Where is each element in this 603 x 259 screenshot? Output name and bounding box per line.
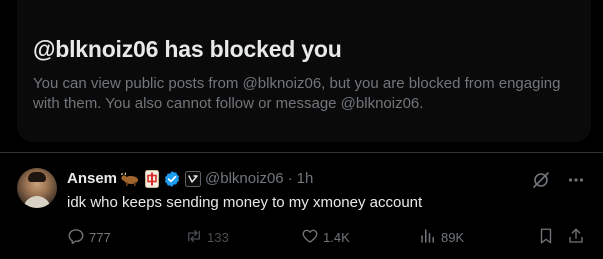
blocked-profile-view: @blknoiz06 has blocked you You can view … — [0, 0, 603, 259]
views-count: 89K — [441, 229, 465, 245]
like-button[interactable]: 1.4K — [301, 227, 350, 247]
author-handle[interactable]: @blknoiz06 — [205, 169, 284, 189]
repost-count: 133 — [207, 229, 229, 245]
verified-badge-icon[interactable] — [163, 170, 181, 188]
share-button[interactable] — [567, 227, 585, 247]
avatar-hair — [28, 172, 46, 182]
views-button[interactable]: 89K — [419, 227, 464, 247]
reply-button[interactable]: 777 — [67, 227, 111, 247]
reply-icon — [67, 227, 85, 248]
avatar-shirt — [23, 196, 51, 208]
avatar[interactable] — [17, 168, 57, 208]
tweet-actions: 777 133 1.4K 89K — [67, 227, 587, 247]
author-name[interactable]: Ansem — [67, 169, 117, 189]
bookmark-button[interactable] — [537, 227, 555, 247]
grok-icon[interactable] — [531, 170, 551, 195]
tweet[interactable]: Ansem @blknoiz06 · 1h idk who keeps send… — [0, 152, 603, 259]
blocked-title: @blknoiz06 has blocked you — [33, 36, 342, 62]
share-icon — [567, 227, 585, 248]
repost-button[interactable]: 133 — [185, 227, 229, 247]
tweet-top-actions — [531, 170, 585, 195]
mahjong-tile-emoji — [145, 170, 160, 188]
views-icon — [419, 227, 437, 248]
tweet-timestamp[interactable]: 1h — [297, 169, 314, 189]
tweet-header: Ansem @blknoiz06 · 1h — [67, 169, 313, 189]
more-icon[interactable] — [567, 171, 585, 194]
separator-dot: · — [287, 170, 293, 187]
heart-icon — [301, 227, 319, 248]
tweet-text: idk who keeps sending money to my xmoney… — [67, 194, 423, 211]
bull-emoji — [121, 170, 141, 188]
bookmark-icon — [537, 227, 555, 248]
affiliate-badge-icon[interactable] — [185, 171, 202, 187]
blocked-description: You can view public posts from @blknoiz0… — [33, 75, 561, 112]
repost-icon — [185, 227, 203, 248]
blocked-notice: @blknoiz06 has blocked you You can view … — [17, 0, 591, 142]
reply-count: 777 — [89, 229, 111, 245]
like-count: 1.4K — [323, 229, 350, 245]
